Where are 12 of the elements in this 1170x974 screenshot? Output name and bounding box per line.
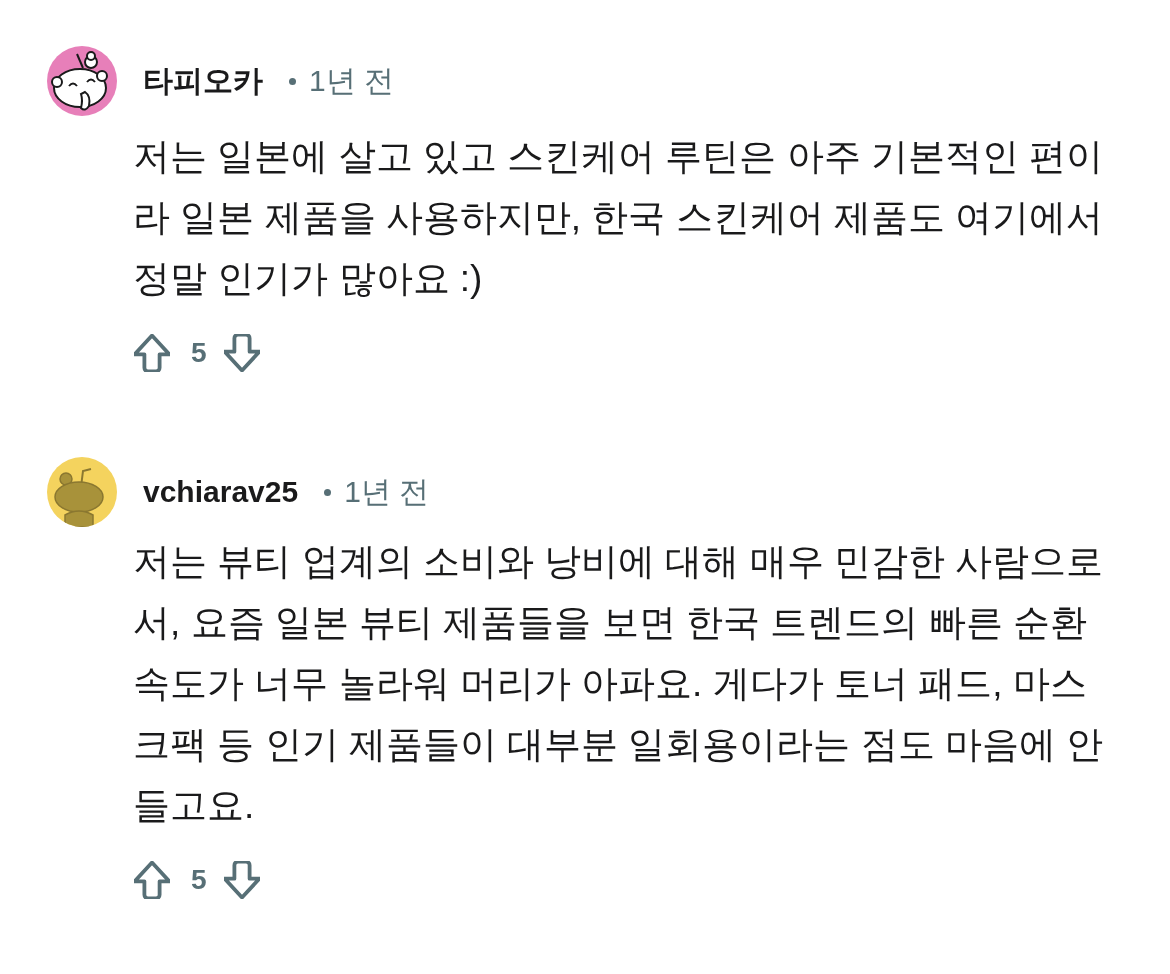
vote-count: 5 [191,339,207,367]
downvote-button[interactable] [222,334,261,372]
comment-text: 저는 뷰티 업계의 소비와 낭비에 대해 매우 민감한 사람으로서, 요즘 일본 뷰티 제품들을 보면 한국 트렌드의 빠른 순환 속도가 너무 놀라워 머리가 아파요. 게다가 토너 패드, 마스크팩 등 인기 제품들이 대부분 일회용이라는 점도 마음에 안 들고요. [133,540,1105,828]
upvote-button[interactable] [133,861,171,899]
timestamp: 1년 전 [344,477,430,507]
timestamp: 1년 전 [309,66,395,96]
vote-count: 5 [191,866,207,894]
comment-text: 저는 일본에 살고 있고 스킨케어 루틴은 아주 기본적인 편이라 일본 제품을 사용하지만, 한국 스킨케어 제품도 여기에서 정말 인기가 많아요 :) [133,135,1105,301]
downvote-button[interactable] [222,861,261,899]
username-link[interactable]: vchiarav25 [143,477,299,507]
username-link[interactable]: 타피오카 [143,66,263,96]
upvote-button[interactable] [133,334,171,372]
